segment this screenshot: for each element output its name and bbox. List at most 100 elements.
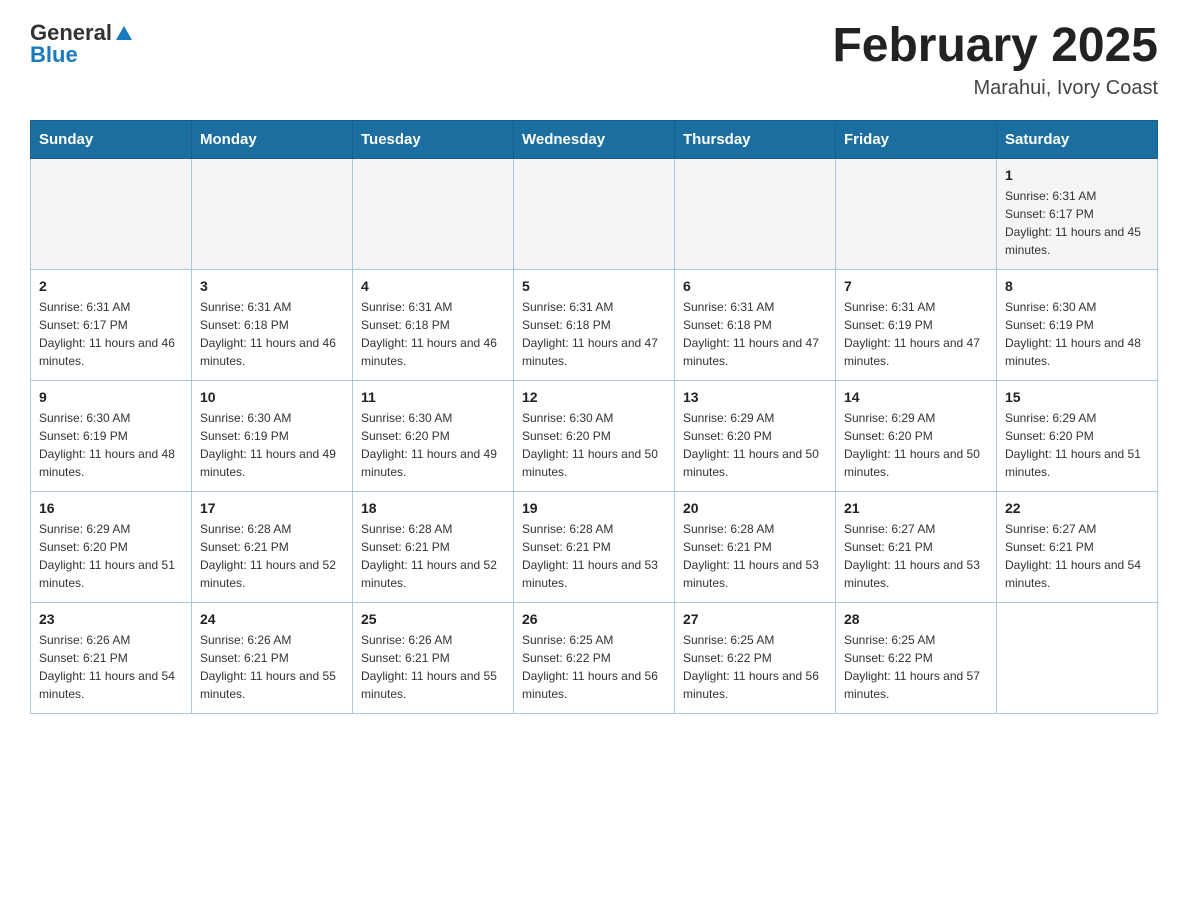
day-info: Sunrise: 6:28 AM Sunset: 6:21 PM Dayligh… [683, 520, 827, 592]
day-info: Sunrise: 6:28 AM Sunset: 6:21 PM Dayligh… [522, 520, 666, 592]
calendar-week-row: 2 Sunrise: 6:31 AM Sunset: 6:17 PM Daylig… [31, 269, 1158, 380]
header-thursday: Thursday [675, 120, 836, 158]
table-row: 3Sunrise: 6:31 AM Sunset: 6:18 PM Daylig… [192, 269, 353, 380]
day-number: 19 [522, 500, 666, 516]
table-row: 16Sunrise: 6:29 AM Sunset: 6:20 PM Dayli… [31, 491, 192, 602]
logo-blue: Blue [30, 42, 78, 68]
table-row: 6 Sunrise: 6:31 AM Sunset: 6:18 PM Daylig… [675, 269, 836, 380]
day-number: 10 [200, 389, 344, 405]
day-info: Sunrise: 6:26 AM Sunset: 6:21 PM Dayligh… [39, 631, 183, 703]
table-row: 22Sunrise: 6:27 AM Sunset: 6:21 PM Dayli… [997, 491, 1158, 602]
day-number: 23 [39, 611, 183, 627]
day-number: 17 [200, 500, 344, 516]
title-block: February 2025 Marahui, Ivory Coast [832, 20, 1158, 100]
day-info: Sunrise: 6:29 AM Sunset: 6:20 PM Dayligh… [683, 409, 827, 481]
calendar-week-row: 1 Sunrise: 6:31 AM Sunset: 6:17 PM Daylig… [31, 158, 1158, 269]
logo: General Blue [30, 20, 134, 68]
table-row: 15Sunrise: 6:29 AM Sunset: 6:20 PM Dayli… [997, 380, 1158, 491]
table-row: 14 Sunrise: 6:29 AM Sunset: 6:20 PM Dayli… [836, 380, 997, 491]
day-info: Sunrise: 6:29 AM Sunset: 6:20 PM Dayligh… [844, 409, 988, 481]
table-row: 28 Sunrise: 6:25 AM Sunset: 6:22 PM Dayli… [836, 602, 997, 713]
day-info: Sunrise: 6:30 AM Sunset: 6:19 PM Dayligh… [1005, 298, 1149, 370]
day-info: Sunrise: 6:30 AM Sunset: 6:20 PM Dayligh… [361, 409, 505, 481]
table-row: 9 Sunrise: 6:30 AM Sunset: 6:19 PM Daylig… [31, 380, 192, 491]
day-number: 2 [39, 278, 183, 294]
day-number: 1 [1005, 167, 1149, 183]
table-row: 21 Sunrise: 6:27 AM Sunset: 6:21 PM Dayli… [836, 491, 997, 602]
day-number: 6 [683, 278, 827, 294]
table-row: 11 Sunrise: 6:30 AM Sunset: 6:20 PM Dayli… [353, 380, 514, 491]
day-number: 12 [522, 389, 666, 405]
table-row [675, 158, 836, 269]
table-row [31, 158, 192, 269]
day-info: Sunrise: 6:31 AM Sunset: 6:18 PM Dayligh… [683, 298, 827, 370]
day-number: 3 [200, 278, 344, 294]
day-number: 7 [844, 278, 988, 294]
table-row: 23 Sunrise: 6:26 AM Sunset: 6:21 PM Dayli… [31, 602, 192, 713]
day-info: Sunrise: 6:25 AM Sunset: 6:22 PM Dayligh… [522, 631, 666, 703]
table-row: 18Sunrise: 6:28 AM Sunset: 6:21 PM Dayli… [353, 491, 514, 602]
table-row [353, 158, 514, 269]
table-row [192, 158, 353, 269]
day-number: 14 [844, 389, 988, 405]
logo-text-block: General Blue [30, 20, 134, 68]
day-number: 20 [683, 500, 827, 516]
calendar-week-row: 16Sunrise: 6:29 AM Sunset: 6:20 PM Dayli… [31, 491, 1158, 602]
table-row: 5Sunrise: 6:31 AM Sunset: 6:18 PM Daylig… [514, 269, 675, 380]
table-row: 1 Sunrise: 6:31 AM Sunset: 6:17 PM Daylig… [997, 158, 1158, 269]
day-number: 5 [522, 278, 666, 294]
day-number: 13 [683, 389, 827, 405]
location: Marahui, Ivory Coast [832, 77, 1158, 100]
table-row: 27 Sunrise: 6:25 AM Sunset: 6:22 PM Dayli… [675, 602, 836, 713]
day-info: Sunrise: 6:30 AM Sunset: 6:20 PM Dayligh… [522, 409, 666, 481]
day-info: Sunrise: 6:31 AM Sunset: 6:17 PM Dayligh… [39, 298, 183, 370]
table-row: 8 Sunrise: 6:30 AM Sunset: 6:19 PM Daylig… [997, 269, 1158, 380]
table-row: 10 Sunrise: 6:30 AM Sunset: 6:19 PM Dayli… [192, 380, 353, 491]
day-info: Sunrise: 6:27 AM Sunset: 6:21 PM Dayligh… [1005, 520, 1149, 592]
day-number: 24 [200, 611, 344, 627]
day-number: 8 [1005, 278, 1149, 294]
weekday-header-row: Sunday Monday Tuesday Wednesday Thursday… [31, 120, 1158, 158]
day-info: Sunrise: 6:26 AM Sunset: 6:21 PM Dayligh… [200, 631, 344, 703]
month-title: February 2025 [832, 20, 1158, 73]
day-number: 21 [844, 500, 988, 516]
table-row [997, 602, 1158, 713]
day-info: Sunrise: 6:25 AM Sunset: 6:22 PM Dayligh… [683, 631, 827, 703]
day-info: Sunrise: 6:25 AM Sunset: 6:22 PM Dayligh… [844, 631, 988, 703]
day-number: 27 [683, 611, 827, 627]
header-friday: Friday [836, 120, 997, 158]
day-number: 11 [361, 389, 505, 405]
table-row [836, 158, 997, 269]
day-info: Sunrise: 6:26 AM Sunset: 6:21 PM Dayligh… [361, 631, 505, 703]
table-row: 17 Sunrise: 6:28 AM Sunset: 6:21 PM Dayli… [192, 491, 353, 602]
table-row: 2 Sunrise: 6:31 AM Sunset: 6:17 PM Daylig… [31, 269, 192, 380]
day-info: Sunrise: 6:31 AM Sunset: 6:19 PM Dayligh… [844, 298, 988, 370]
day-number: 16 [39, 500, 183, 516]
header-tuesday: Tuesday [353, 120, 514, 158]
day-number: 18 [361, 500, 505, 516]
day-info: Sunrise: 6:30 AM Sunset: 6:19 PM Dayligh… [39, 409, 183, 481]
header-sunday: Sunday [31, 120, 192, 158]
logo-triangle-icon [114, 24, 134, 44]
header-monday: Monday [192, 120, 353, 158]
day-info: Sunrise: 6:28 AM Sunset: 6:21 PM Dayligh… [200, 520, 344, 592]
day-info: Sunrise: 6:27 AM Sunset: 6:21 PM Dayligh… [844, 520, 988, 592]
day-number: 9 [39, 389, 183, 405]
table-row: 24 Sunrise: 6:26 AM Sunset: 6:21 PM Dayli… [192, 602, 353, 713]
day-number: 28 [844, 611, 988, 627]
day-info: Sunrise: 6:30 AM Sunset: 6:19 PM Dayligh… [200, 409, 344, 481]
header-wednesday: Wednesday [514, 120, 675, 158]
day-number: 4 [361, 278, 505, 294]
day-number: 25 [361, 611, 505, 627]
calendar-week-row: 23 Sunrise: 6:26 AM Sunset: 6:21 PM Dayli… [31, 602, 1158, 713]
calendar-table: Sunday Monday Tuesday Wednesday Thursday… [30, 120, 1158, 714]
day-info: Sunrise: 6:31 AM Sunset: 6:18 PM Dayligh… [361, 298, 505, 370]
calendar-week-row: 9 Sunrise: 6:30 AM Sunset: 6:19 PM Daylig… [31, 380, 1158, 491]
table-row: 19 Sunrise: 6:28 AM Sunset: 6:21 PM Dayli… [514, 491, 675, 602]
day-info: Sunrise: 6:31 AM Sunset: 6:17 PM Dayligh… [1005, 187, 1149, 259]
header-saturday: Saturday [997, 120, 1158, 158]
table-row: 4 Sunrise: 6:31 AM Sunset: 6:18 PM Daylig… [353, 269, 514, 380]
table-row: 25 Sunrise: 6:26 AM Sunset: 6:21 PM Dayli… [353, 602, 514, 713]
table-row: 26Sunrise: 6:25 AM Sunset: 6:22 PM Dayli… [514, 602, 675, 713]
day-number: 15 [1005, 389, 1149, 405]
